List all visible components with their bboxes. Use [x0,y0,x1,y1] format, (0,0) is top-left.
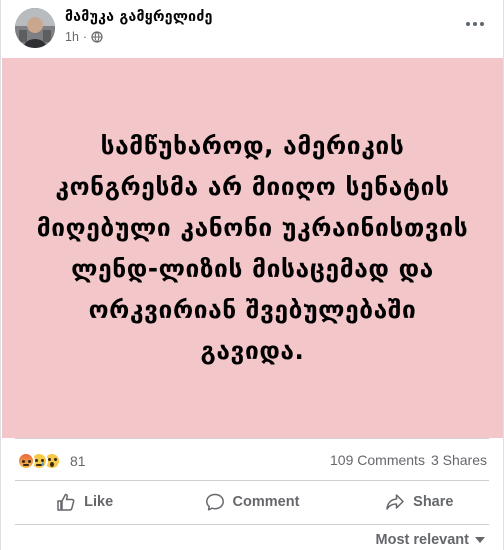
post-time[interactable]: 1h [65,30,79,44]
reaction-count: 81 [70,453,86,469]
author-name[interactable]: მამუკა გამყრელიძე [65,9,213,25]
post-text: სამწუხაროდ, ამერიკის კონგრესმა არ მიიღო … [36,131,469,365]
share-arrow-icon [386,494,404,510]
more-dot-icon [480,22,484,26]
like-label: Like [84,494,114,510]
post-text-card: სამწუხაროდ, ამერიკის კონგრესმა არ მიიღო … [2,58,503,438]
more-dot-icon [473,22,477,26]
like-button[interactable]: Like [1,484,168,520]
comment-button[interactable]: Comment [168,484,335,520]
thumbs-up-icon [57,493,75,511]
engagement-counts: 109 Comments 3 Shares [330,452,487,468]
divider [15,480,489,481]
post-actions: Like Comment Share [1,484,503,520]
comment-label: Comment [232,494,300,510]
post-header: მამუკა გამყრელიძე 1h · [1,0,503,58]
globe-icon[interactable] [91,31,103,43]
reactions-summary[interactable]: 81 [17,452,86,470]
post-meta: 1h · [65,30,103,44]
comment-bubble-icon [205,493,224,511]
chevron-down-icon [475,537,485,543]
share-button[interactable]: Share [336,484,503,520]
post-stats: 81 109 Comments 3 Shares [1,446,503,476]
comment-sort-dropdown[interactable]: Most relevant [376,532,485,548]
more-dot-icon [466,22,470,26]
divider [15,438,489,439]
comment-sort-label: Most relevant [375,532,469,548]
angry-reaction-icon [17,452,35,470]
share-label: Share [413,494,454,510]
divider [15,524,489,525]
comment-count-link[interactable]: 109 Comments [330,452,425,468]
more-options-button[interactable] [463,14,487,34]
share-count-link[interactable]: 3 Shares [431,452,487,468]
author-avatar[interactable] [15,8,55,48]
facebook-post: მამუკა გამყრელიძე 1h · სამწუხაროდ, ამერი… [0,0,504,550]
